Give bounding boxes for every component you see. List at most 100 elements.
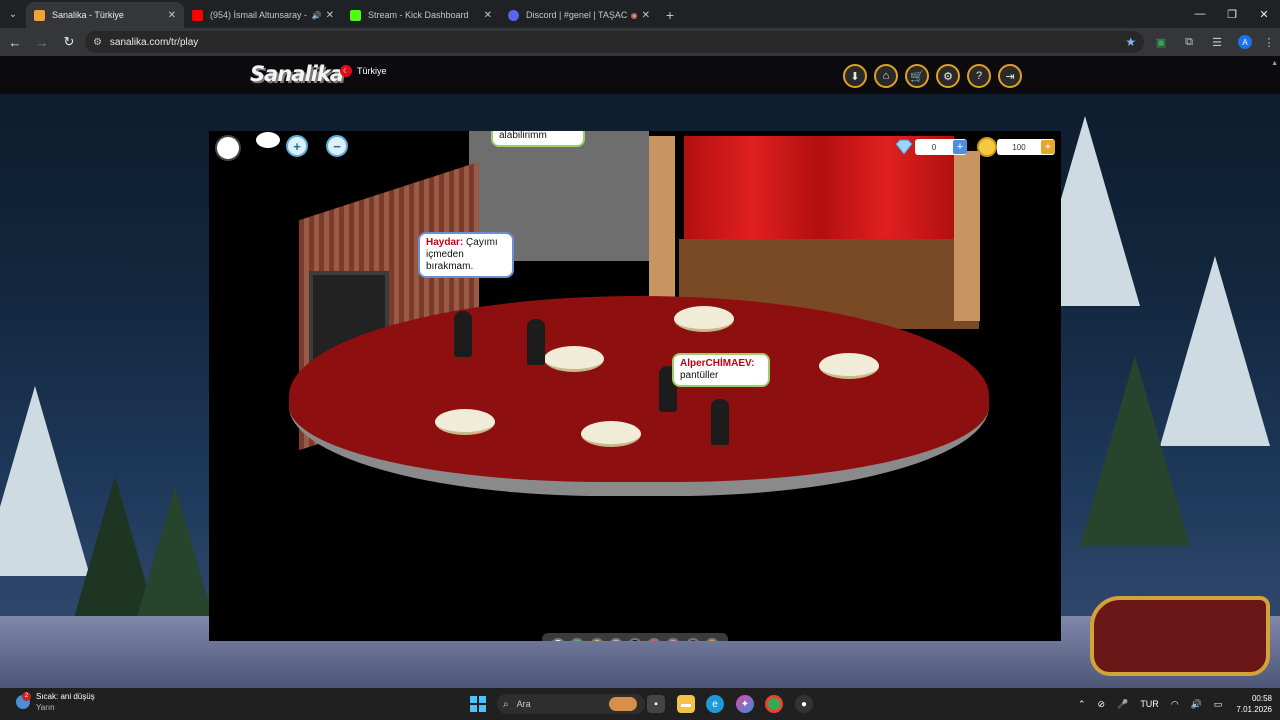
chat-color-swatch[interactable] xyxy=(666,638,681,641)
chat-bubble-alper: AlperCHİMAEV: pantüller xyxy=(672,353,770,387)
close-tab-icon[interactable]: ✕ xyxy=(642,10,650,21)
extension-icon[interactable]: ▣ xyxy=(1150,31,1172,53)
address-bar: ← → ↻ ⚙ sanalika.com/tr/play ★ ▣ ⧉ ☰ A ⋮ xyxy=(0,28,1280,56)
dining-table[interactable] xyxy=(581,421,641,447)
battery-icon[interactable]: ▭ xyxy=(1214,699,1223,710)
copilot-icon[interactable]: ✦ xyxy=(736,695,754,713)
cart-icon[interactable]: 🛒 xyxy=(905,64,929,88)
taskbar-clock[interactable]: 00:58 7.01.2026 xyxy=(1236,693,1272,715)
url-field[interactable]: ⚙ sanalika.com/tr/play ★ xyxy=(84,31,1145,53)
chat-color-swatch[interactable] xyxy=(627,638,642,641)
chat-color-swatch[interactable] xyxy=(589,638,604,641)
weather-widget[interactable]: 2 Sıcak: ani düşüş Yarın xyxy=(16,691,95,713)
task-view-icon[interactable]: ▪ xyxy=(647,695,665,713)
chat-color-swatch[interactable] xyxy=(704,638,719,641)
gear-icon[interactable]: ⚙ xyxy=(936,64,960,88)
tab-kick[interactable]: Stream - Kick Dashboard ✕ xyxy=(342,2,500,28)
youtube-favicon-icon xyxy=(192,9,203,21)
speaker-icon[interactable]: 🔊 xyxy=(312,11,322,20)
avatar-haydar[interactable] xyxy=(454,311,472,357)
close-tab-icon[interactable]: ✕ xyxy=(168,10,176,21)
chat-color-picker xyxy=(542,633,728,641)
chat-color-swatch[interactable] xyxy=(551,638,566,641)
country-selector[interactable]: ☾ Türkiye xyxy=(340,65,387,77)
chat-color-swatch[interactable] xyxy=(647,638,662,641)
avatar-player[interactable] xyxy=(711,399,729,445)
diamond-count: 0 xyxy=(931,142,937,152)
home-icon[interactable]: ⌂ xyxy=(874,64,898,88)
extensions-puzzle-icon[interactable]: ⧉ xyxy=(1178,31,1200,53)
site-header: Sanalika ☾ Türkiye ⬇ ⌂ 🛒 ⚙ ? ⇥ ▲ xyxy=(0,56,1280,94)
chrome-icon[interactable] xyxy=(765,695,783,713)
minimize-icon[interactable]: — xyxy=(1184,0,1216,28)
diamond-icon xyxy=(895,139,913,155)
search-icon: ⌕ xyxy=(503,698,509,710)
profile-avatar[interactable]: A xyxy=(1238,35,1253,49)
tab-sanalika[interactable]: Sanalika - Türkiye ✕ xyxy=(26,2,184,28)
add-diamonds-button[interactable]: + xyxy=(953,140,967,154)
file-explorer-icon[interactable]: ▬ xyxy=(677,695,695,713)
reload-icon[interactable]: ↻ xyxy=(57,30,81,54)
avatar-girl[interactable] xyxy=(527,319,545,365)
media-control-icon[interactable]: ☰ xyxy=(1206,31,1228,53)
country-label: Türkiye xyxy=(357,66,387,76)
browser-tab-bar: ⌄ Sanalika - Türkiye ✕ (954) İsmail Altu… xyxy=(0,0,1280,28)
my-avatar-portrait[interactable] xyxy=(215,135,241,161)
new-tab-icon[interactable]: + xyxy=(658,2,682,28)
tray-chevron-icon[interactable]: ⌃ xyxy=(1078,699,1086,710)
scrollbar-up-icon[interactable]: ▲ xyxy=(1271,60,1278,67)
taskbar-search[interactable]: ⌕ Ara xyxy=(497,694,645,714)
dining-table[interactable] xyxy=(819,353,879,379)
microphone-icon[interactable]: 🎤 xyxy=(1117,699,1128,710)
site-logo[interactable]: Sanalika xyxy=(250,62,344,86)
dining-table[interactable] xyxy=(544,346,604,372)
clock-date: 7.01.2026 xyxy=(1236,705,1272,714)
download-icon[interactable]: ⬇ xyxy=(843,64,867,88)
language-indicator[interactable]: TUR xyxy=(1140,699,1159,709)
chat-color-swatch[interactable] xyxy=(570,638,585,641)
maximize-icon[interactable]: ❐ xyxy=(1216,0,1248,28)
zoom-in-icon[interactable]: + xyxy=(286,135,308,157)
search-highlight-icon xyxy=(609,697,637,711)
thought-bubble-icon[interactable] xyxy=(256,132,280,148)
network-off-icon[interactable]: ⊘ xyxy=(1098,699,1106,710)
tab-discord[interactable]: Discord | #genel | TAŞACAK ◉ ✕ xyxy=(500,2,658,28)
chat-bubble-top: alabilirimm xyxy=(491,131,585,147)
volume-icon[interactable]: 🔊 xyxy=(1191,699,1202,710)
dining-table[interactable] xyxy=(674,306,734,332)
game-canvas[interactable]: alabilirimm Haydar: Çayımı içmeden bırak… xyxy=(209,131,1061,641)
close-window-icon[interactable]: ✕ xyxy=(1248,0,1280,28)
window-controls: — ❐ ✕ xyxy=(1184,0,1280,28)
chat-bubble-haydar: Haydar: Çayımı içmeden bırakmam. xyxy=(418,232,514,278)
logout-icon[interactable]: ⇥ xyxy=(998,64,1022,88)
tab-title: Sanalika - Türkiye xyxy=(52,10,124,20)
weather-title: Sıcak: ani düşüş xyxy=(36,692,95,701)
back-icon[interactable]: ← xyxy=(3,30,27,54)
forward-icon[interactable]: → xyxy=(30,30,54,54)
kick-favicon-icon xyxy=(350,9,361,21)
chat-color-swatch[interactable] xyxy=(685,638,700,641)
tab-youtube[interactable]: (954) İsmail Altunsaray - Yo 🔊 ✕ xyxy=(184,2,342,28)
bookmark-star-icon[interactable]: ★ xyxy=(1125,35,1136,49)
add-coins-button[interactable]: + xyxy=(1041,140,1055,154)
edge-icon[interactable]: e xyxy=(706,695,724,713)
tab-title: Discord | #genel | TAŞACAK xyxy=(526,10,627,20)
zoom-out-icon[interactable]: − xyxy=(326,135,348,157)
start-button-icon[interactable] xyxy=(470,696,486,712)
help-icon[interactable]: ? xyxy=(967,64,991,88)
tab-title: Stream - Kick Dashboard xyxy=(368,10,469,20)
turkey-flag-icon: ☾ xyxy=(340,65,352,77)
windows-taskbar: 2 Sıcak: ani düşüş Yarın ⌕ Ara ▪ ▬ e ✦ ●… xyxy=(0,688,1280,720)
close-tab-icon[interactable]: ✕ xyxy=(484,10,492,21)
wifi-icon[interactable]: ◠ xyxy=(1171,699,1179,710)
browser-menu-icon[interactable]: ⋮ xyxy=(1258,31,1280,53)
close-tab-icon[interactable]: ✕ xyxy=(326,10,334,21)
obs-icon[interactable]: ● xyxy=(795,695,813,713)
search-placeholder: Ara xyxy=(516,699,531,709)
restaurant-floor[interactable] xyxy=(289,296,989,496)
chat-color-swatch[interactable] xyxy=(608,638,623,641)
tab-search-icon[interactable]: ⌄ xyxy=(0,0,26,28)
site-info-icon[interactable]: ⚙ xyxy=(93,37,102,48)
dining-table[interactable] xyxy=(435,409,495,435)
weather-badge: 2 xyxy=(22,692,31,701)
